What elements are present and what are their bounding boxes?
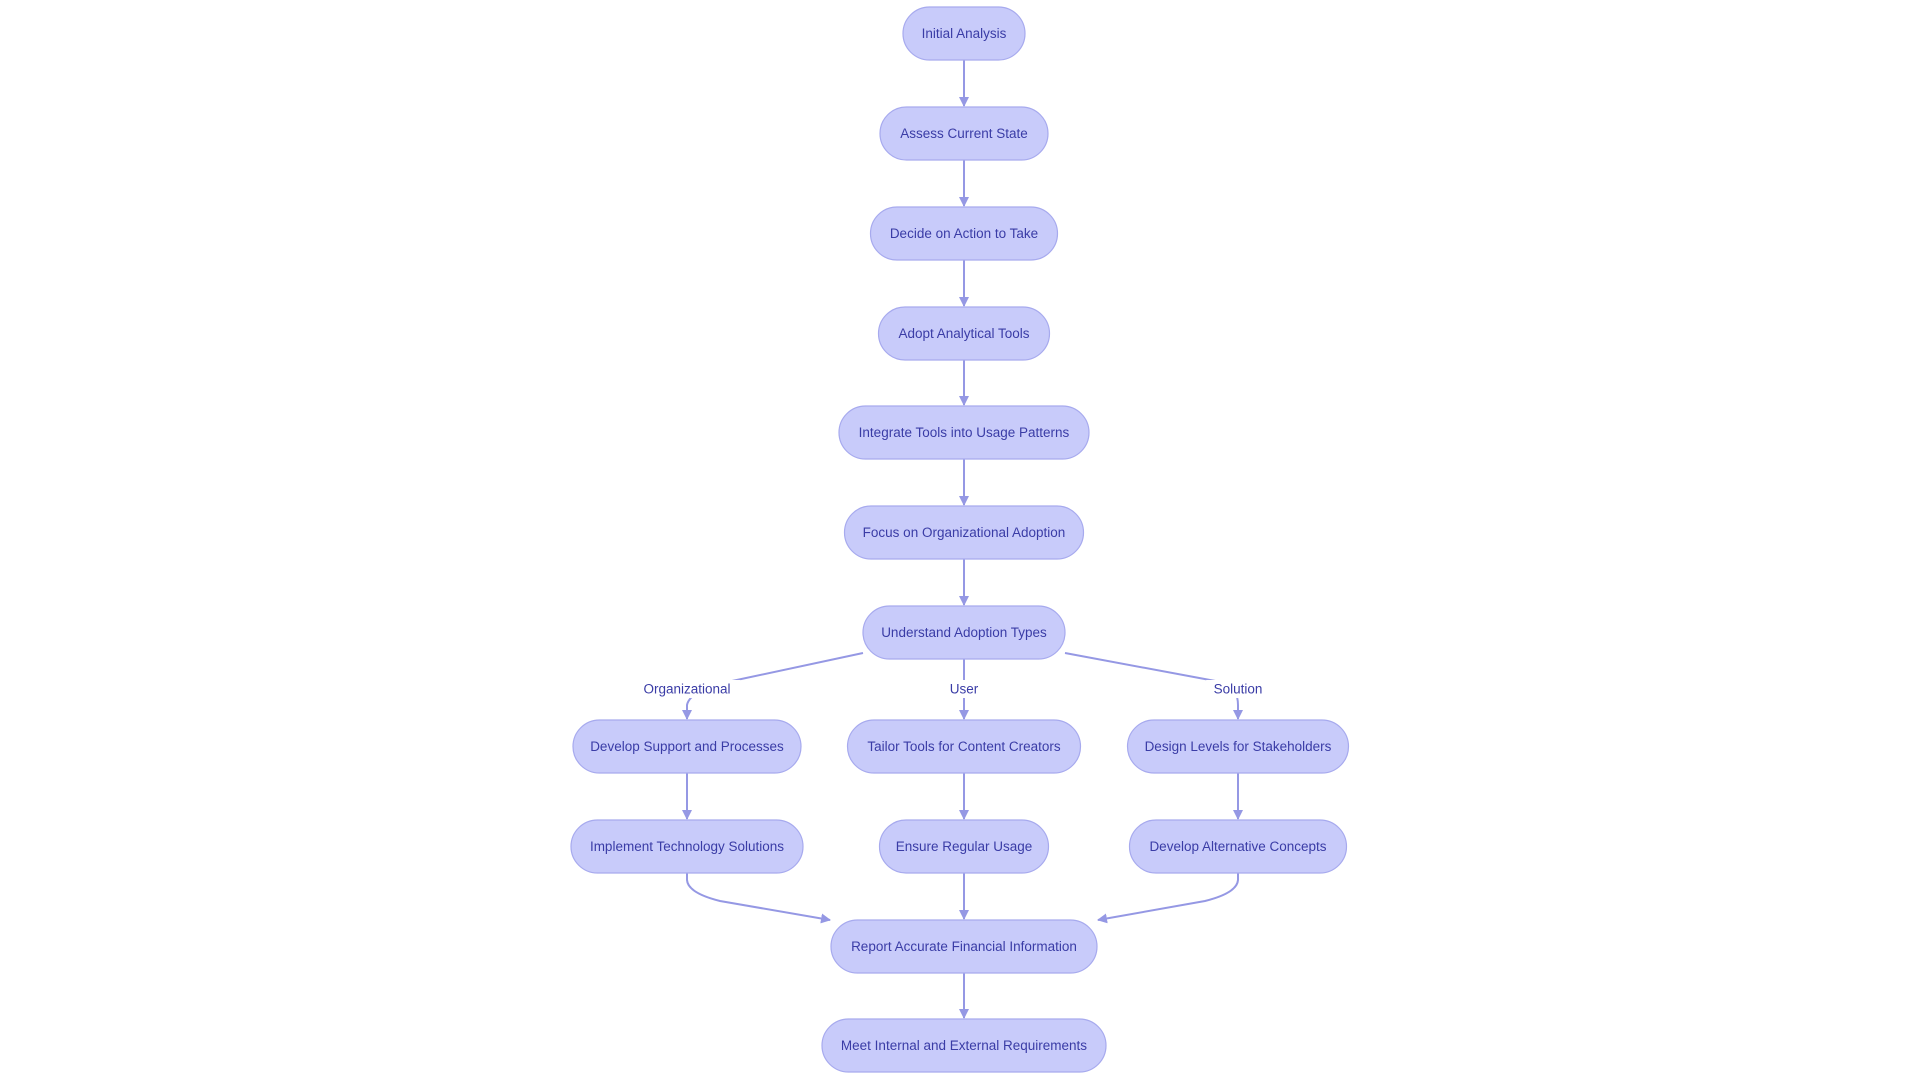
node-integrate-tools-into-usage-patterns[interactable]: Integrate Tools into Usage Patterns [838,405,1090,460]
node-label: Integrate Tools into Usage Patterns [859,425,1070,440]
node-tailor-tools-for-content-creators[interactable]: Tailor Tools for Content Creators [846,719,1082,774]
node-develop-support-and-processes[interactable]: Develop Support and Processes [572,719,802,774]
node-understand-adoption-types[interactable]: Understand Adoption Types [862,605,1066,660]
node-report-accurate-financial-information[interactable]: Report Accurate Financial Information [830,919,1098,974]
edge-n13-to-n14 [1097,873,1239,924]
node-label: Develop Alternative Concepts [1149,839,1326,854]
node-meet-internal-and-external-requirements[interactable]: Meet Internal and External Requirements [821,1018,1107,1073]
node-label: Ensure Regular Usage [896,839,1033,854]
edge-label-user: User [950,682,979,697]
node-develop-alternative-concepts[interactable]: Develop Alternative Concepts [1128,819,1348,874]
node-label: Initial Analysis [922,26,1007,41]
nodes-layer: Initial Analysis Assess Current State Deci… [570,6,1350,1073]
node-assess-current-state[interactable]: Assess Current State [879,106,1049,161]
node-label: Report Accurate Financial Information [851,939,1077,954]
node-label: Focus on Organizational Adoption [863,525,1066,540]
flowchart-canvas: Organizational User Solution Initial Analy… [570,6,1350,1073]
node-ensure-regular-usage[interactable]: Ensure Regular Usage [878,819,1050,874]
node-label: Implement Technology Solutions [590,839,784,854]
node-label: Decide on Action to Take [890,226,1038,241]
node-label: Understand Adoption Types [881,625,1047,640]
edge-label-solution: Solution [1214,682,1263,697]
node-initial-analysis[interactable]: Initial Analysis [902,6,1026,61]
edge-label-organizational: Organizational [643,682,730,697]
node-label: Design Levels for Stakeholders [1145,739,1332,754]
edge-labels-layer: Organizational User Solution [633,680,1270,698]
node-adopt-analytical-tools[interactable]: Adopt Analytical Tools [877,306,1051,361]
node-label: Adopt Analytical Tools [898,326,1029,341]
node-label: Assess Current State [900,126,1028,141]
node-label: Develop Support and Processes [590,739,784,754]
edge-n11-to-n14 [686,873,831,924]
node-label: Meet Internal and External Requirements [841,1038,1087,1053]
node-label: Tailor Tools for Content Creators [867,739,1061,754]
node-decide-on-action-to-take[interactable]: Decide on Action to Take [869,206,1059,261]
node-design-levels-for-stakeholders[interactable]: Design Levels for Stakeholders [1126,719,1350,774]
node-focus-on-organizational-adoption[interactable]: Focus on Organizational Adoption [843,505,1085,560]
node-implement-technology-solutions[interactable]: Implement Technology Solutions [570,819,804,874]
